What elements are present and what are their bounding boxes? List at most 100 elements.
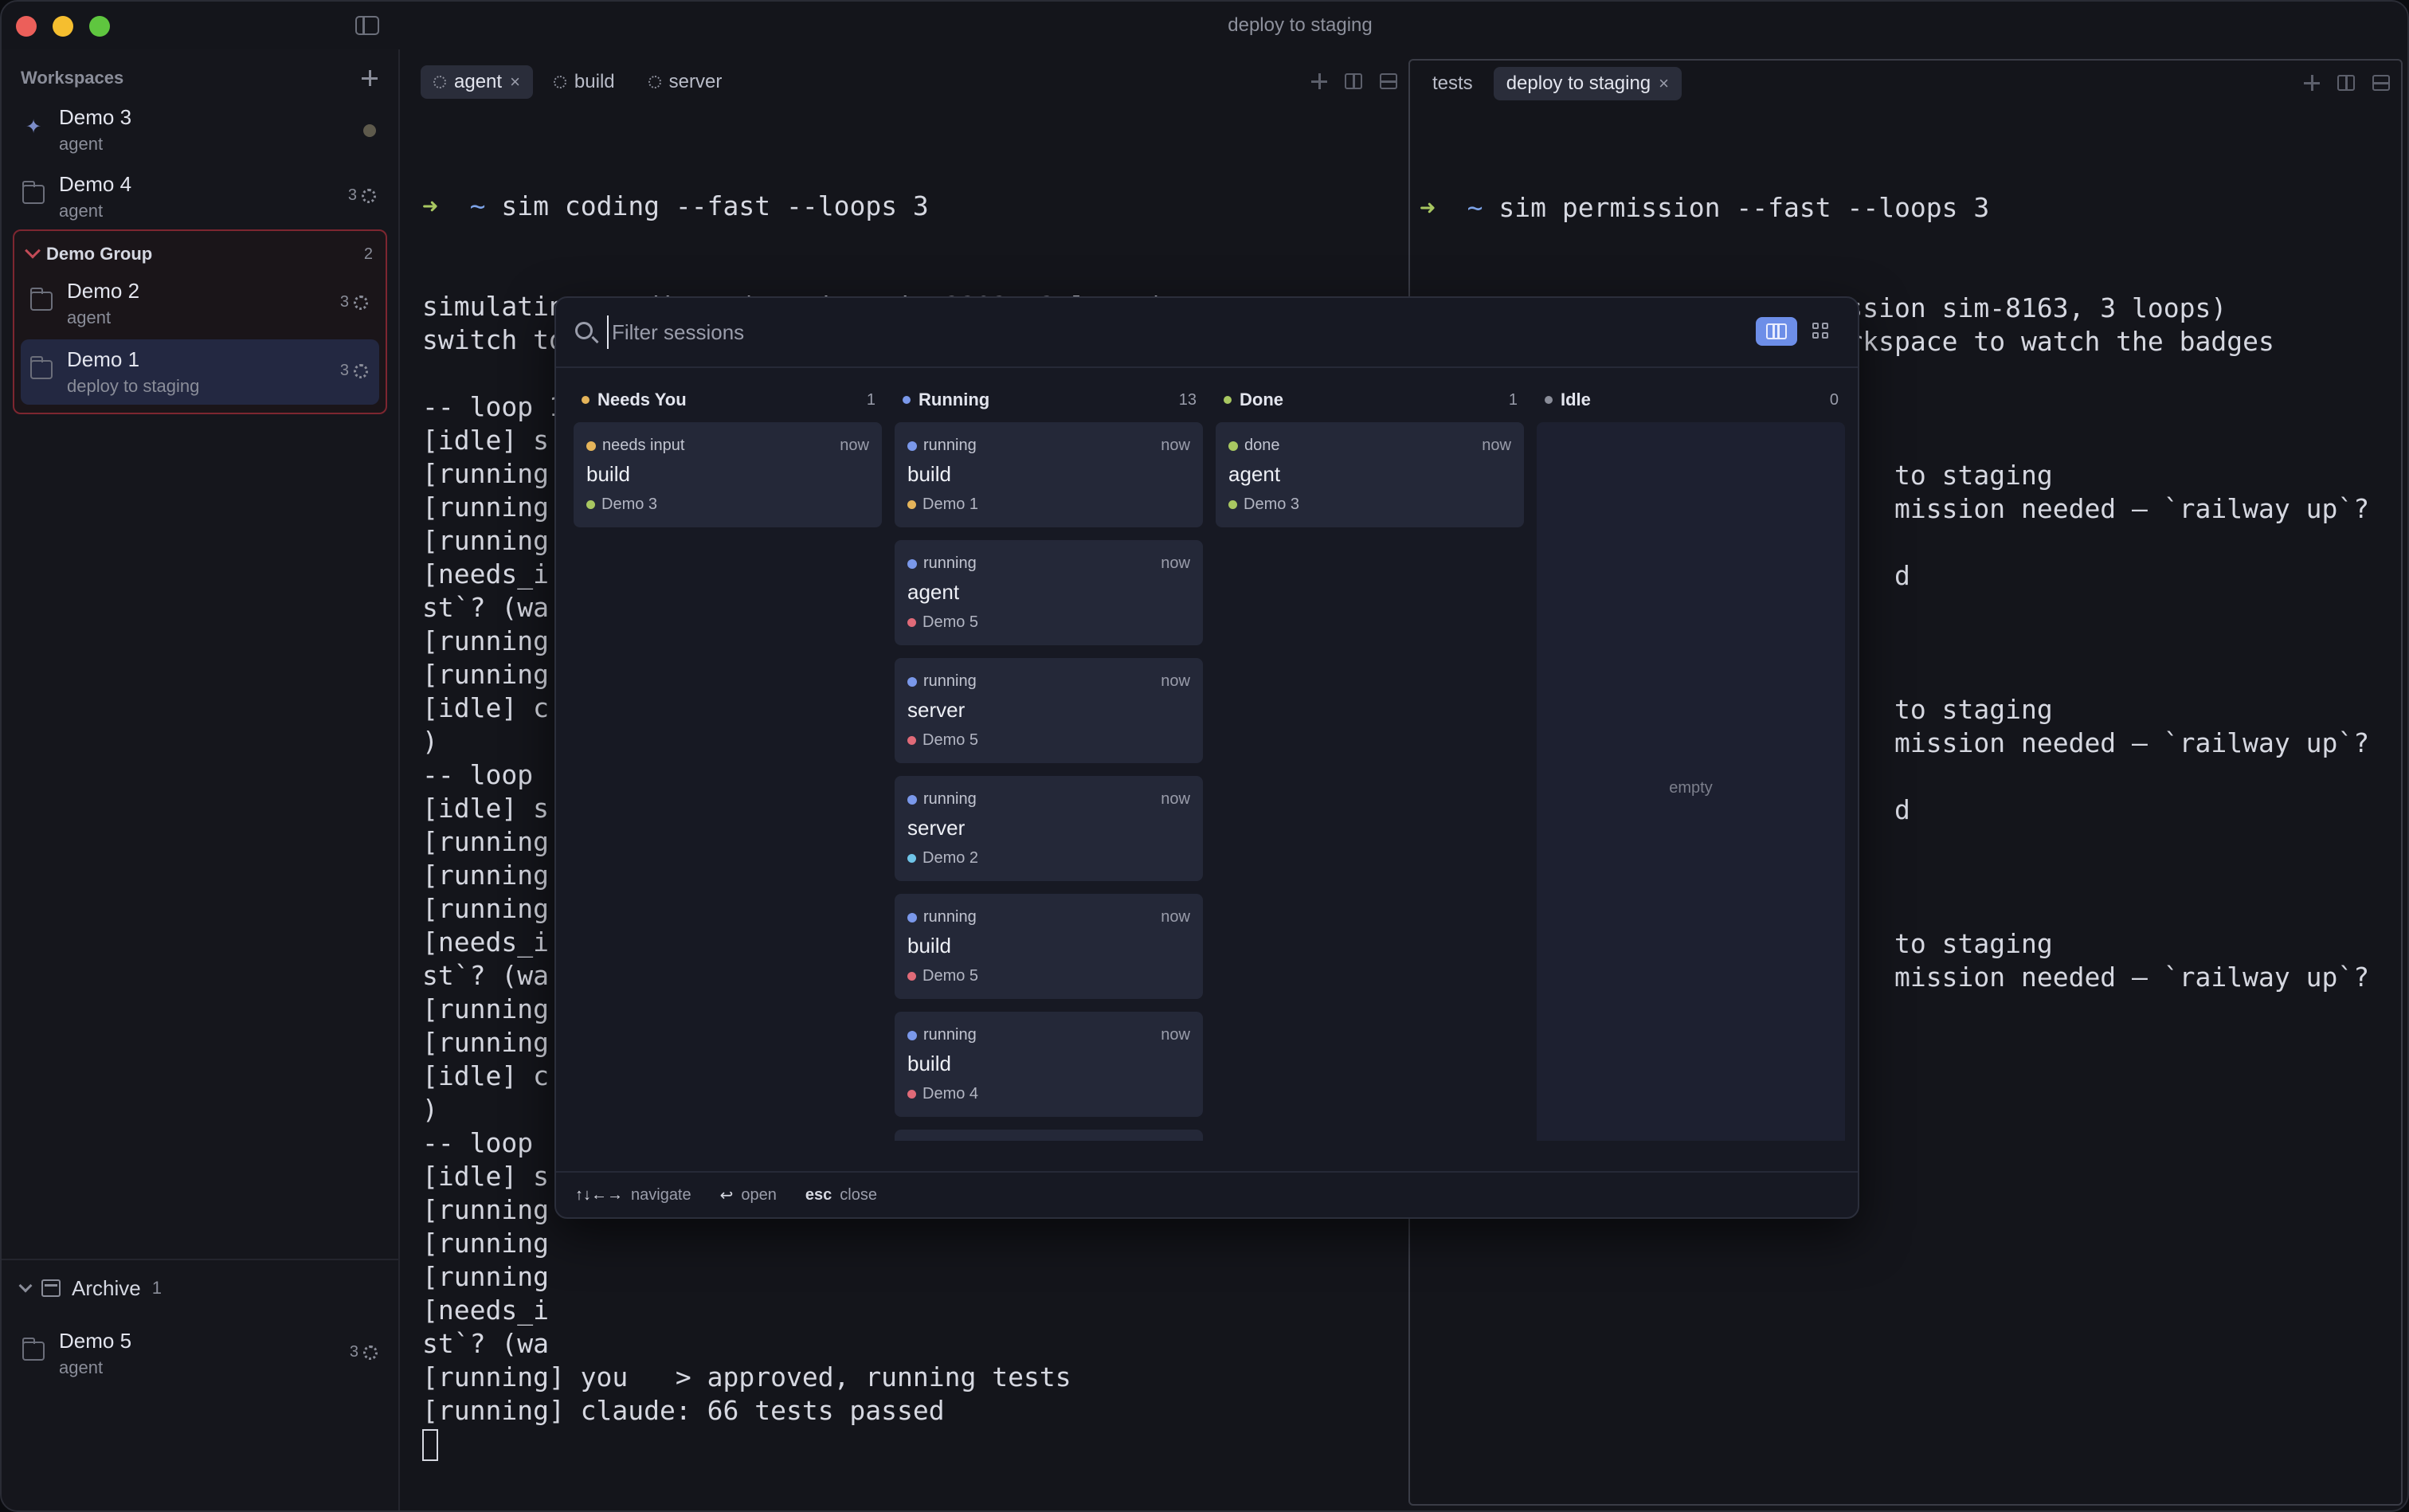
status-dot-icon [907, 794, 917, 805]
session-card[interactable]: running now agent Demo 5 [895, 540, 1203, 645]
card-workspace-label: Demo 2 [922, 849, 979, 867]
spinner-icon [363, 1345, 378, 1360]
tab-deploy-to-staging[interactable]: deploy to staging × [1493, 67, 1682, 100]
workspace-name: Demo 3 [59, 105, 132, 129]
workspace-item-demo-5[interactable]: Demo 5 agent 3 [13, 1321, 389, 1386]
tab-label: agent [454, 71, 503, 92]
session-card[interactable]: running now server Demo 2 [895, 776, 1203, 881]
filter-sessions-input[interactable] [607, 315, 1563, 349]
card-workspace-label: Demo 5 [922, 967, 979, 985]
return-key-icon: ↩ [719, 1186, 734, 1205]
split-vertical-icon[interactable] [1345, 73, 1362, 89]
archive-count: 1 [151, 1278, 162, 1298]
session-card[interactable]: done now agent Demo 3 [1216, 422, 1524, 527]
session-card[interactable]: needs input now build Demo 3 [574, 422, 882, 527]
close-label: close [840, 1185, 877, 1204]
open-label: open [741, 1185, 777, 1204]
session-count-value: 3 [349, 1343, 358, 1361]
tab-server[interactable]: server [636, 65, 735, 99]
column-title: Running [919, 390, 990, 409]
card-status-label: running [923, 1026, 977, 1044]
status-dot-icon [1228, 441, 1238, 451]
close-tab-icon[interactable]: × [510, 72, 520, 92]
archive-section: Archive 1 Demo 5 agent 3 [2, 1259, 400, 1386]
column-count: 13 [1178, 390, 1197, 409]
workspace-color-dot-icon [586, 500, 595, 509]
left-pane-tools [1311, 73, 1397, 89]
tab-agent[interactable]: agent × [421, 65, 533, 99]
prompt-dir: ~ [1467, 192, 1483, 223]
session-card[interactable]: running now server Demo 5 [895, 658, 1203, 763]
column-running: Running 13 running now build Demo 1 running now… [895, 384, 1203, 1141]
card-time: now [1161, 672, 1190, 690]
workspace-subtitle: agent [59, 134, 104, 154]
split-horizontal-icon[interactable] [1380, 73, 1397, 89]
left-tab-bar: agent × build server [421, 65, 734, 100]
workspace-item-demo-1[interactable]: Demo 1 deploy to staging 3 [21, 339, 379, 405]
column-count: 1 [866, 390, 875, 409]
status-dot-icon [363, 124, 376, 137]
card-workspace: Demo 3 [1228, 496, 1299, 514]
session-card[interactable]: runningnow [895, 1130, 1203, 1141]
workspace-color-dot-icon [907, 972, 916, 981]
session-count-value: 3 [339, 293, 349, 311]
status-dot-icon [586, 441, 596, 451]
card-title: agent [907, 580, 960, 604]
session-card[interactable]: running now build Demo 5 [895, 894, 1203, 999]
tab-label: build [574, 71, 615, 92]
column-header: Idle 0 [1537, 384, 1845, 416]
group-header[interactable]: Demo Group 2 [25, 241, 373, 268]
split-vertical-icon[interactable] [2337, 75, 2355, 91]
close-hint: esc close [805, 1186, 877, 1205]
prompt-dir: ~ [469, 190, 486, 221]
workspace-color-dot-icon [907, 500, 916, 509]
workspace-item-demo-3[interactable]: ✦ Demo 3 agent [13, 97, 387, 163]
close-tab-icon[interactable]: × [1659, 73, 1669, 94]
terminal-cursor [422, 1429, 438, 1461]
session-switcher-modal: Needs You 1 needs input now build Demo 3 Runni… [554, 296, 1859, 1219]
column-header: Running 13 [895, 384, 1203, 416]
workspace-name: Demo 1 [67, 347, 140, 371]
card-status-label: running [923, 672, 977, 690]
card-workspace: Demo 5 [907, 967, 978, 985]
workspace-item-demo-2[interactable]: Demo 2 agent 3 [21, 271, 379, 336]
add-workspace-plus-icon[interactable] [360, 69, 379, 88]
card-status: running [907, 672, 977, 691]
tab-label: tests [1432, 72, 1473, 94]
search-icon [575, 322, 593, 339]
tab-build[interactable]: build [541, 65, 628, 99]
open-hint: ↩ open [720, 1185, 777, 1205]
card-status: running [907, 554, 977, 573]
column-count: 0 [1829, 390, 1839, 409]
split-horizontal-icon[interactable] [2372, 75, 2390, 91]
terminal-line: st`? (wa [422, 1328, 549, 1359]
column-done: Done 1 done now agent Demo 3 [1216, 384, 1524, 1141]
workspace-color-dot-icon [907, 618, 916, 627]
card-workspace-label: Demo 4 [922, 1085, 979, 1103]
tab-label: deploy to staging [1506, 72, 1651, 94]
status-dot-icon [907, 558, 917, 569]
tab-label: server [668, 71, 723, 92]
new-tab-plus-icon[interactable] [1311, 73, 1327, 89]
column-status-dot-icon [903, 396, 911, 404]
grid-view-button[interactable] [1800, 317, 1842, 346]
board-view-button[interactable] [1756, 317, 1797, 346]
card-status: running [907, 908, 977, 926]
terminal-line: [running [422, 1228, 549, 1259]
tab-tests[interactable]: tests [1420, 67, 1486, 100]
workspace-item-demo-4[interactable]: Demo 4 agent 3 [13, 164, 387, 229]
column-needs-you: Needs You 1 needs input now build Demo 3 [574, 384, 882, 1141]
column-status-dot-icon [582, 396, 590, 404]
session-card[interactable]: running now build Demo 4 [895, 1012, 1203, 1117]
folder-icon [29, 288, 53, 311]
card-time: now [1161, 554, 1190, 572]
session-card[interactable]: running now build Demo 1 [895, 422, 1203, 527]
archive-header[interactable]: Archive 1 [18, 1275, 162, 1302]
modal-footer: ↑↓←→ navigate ↩ open esc close [556, 1171, 1858, 1217]
new-tab-plus-icon[interactable] [2304, 75, 2320, 91]
workspace-color-dot-icon [1228, 500, 1237, 509]
card-title: build [907, 1052, 951, 1075]
workspace-name: Demo 4 [59, 172, 132, 196]
session-count-value: 3 [347, 186, 357, 204]
terminal-line: [running [422, 1261, 549, 1292]
